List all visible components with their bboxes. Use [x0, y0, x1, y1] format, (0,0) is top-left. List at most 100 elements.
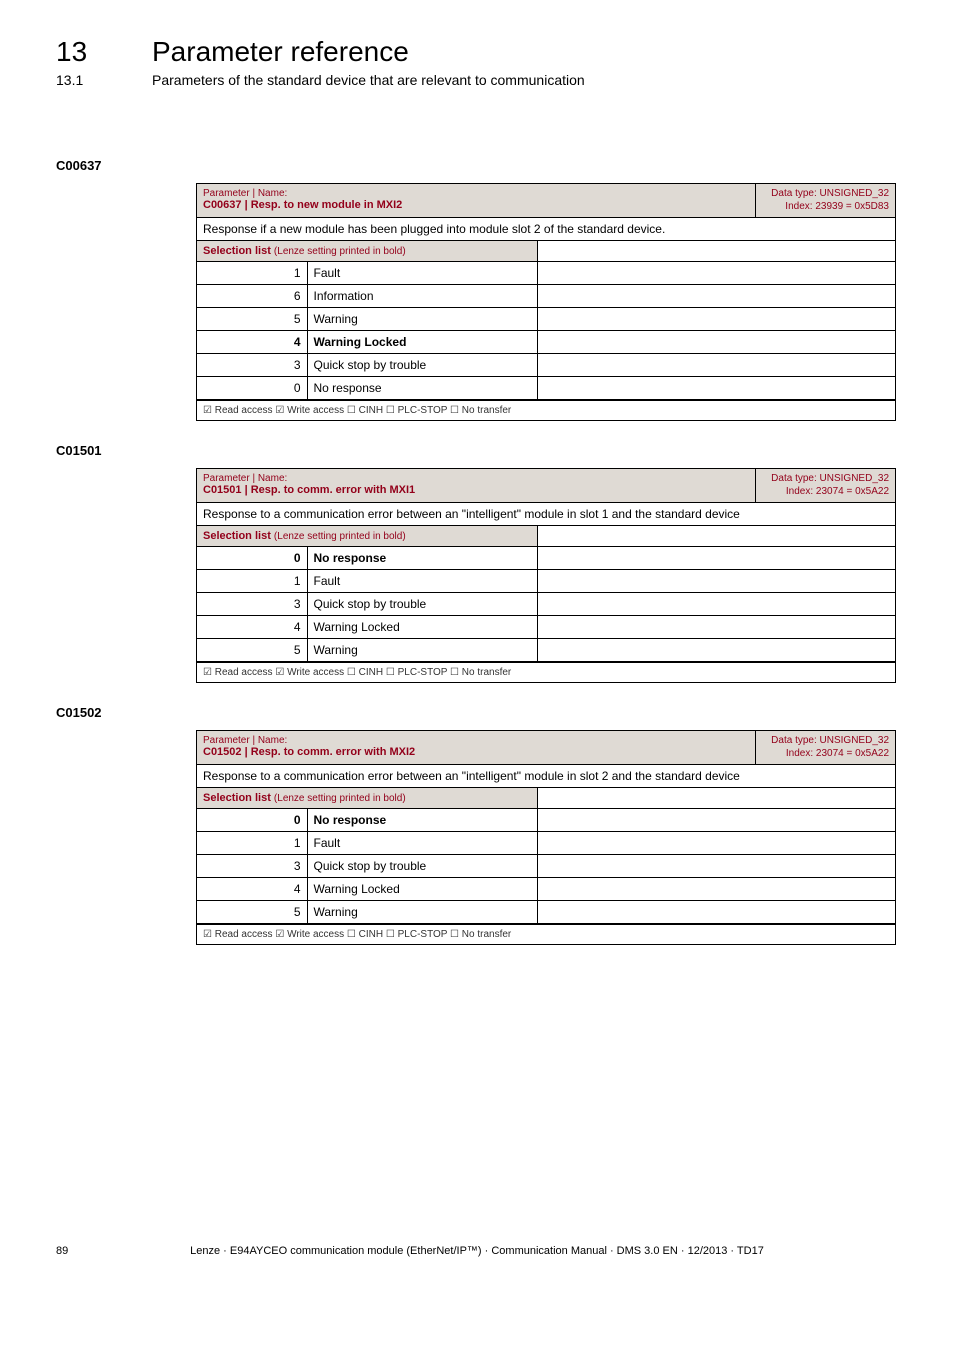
- blank-cell: [537, 788, 895, 809]
- param-name: C01502 | Resp. to comm. error with MXI2: [203, 746, 749, 758]
- parameter-table: Parameter | Name:C00637 | Resp. to new m…: [196, 183, 896, 421]
- selection-value: Warning: [307, 901, 537, 924]
- blank-cell: [537, 878, 895, 901]
- param-name-label: Parameter | Name:: [203, 473, 749, 484]
- selection-number: 1: [197, 262, 307, 285]
- selection-number: 3: [197, 855, 307, 878]
- blank-cell: [537, 308, 895, 331]
- selection-number: 4: [197, 331, 307, 354]
- selection-value: Warning: [307, 308, 537, 331]
- param-header-left: Parameter | Name:C00637 | Resp. to new m…: [197, 184, 756, 218]
- footer-center-text: Lenze · E94AYCEO communication module (E…: [56, 1245, 898, 1257]
- blank-cell: [537, 331, 895, 354]
- selection-value: Warning Locked: [307, 878, 537, 901]
- selection-number: 3: [197, 354, 307, 377]
- param-description: Response to a communication error betwee…: [197, 503, 896, 526]
- selection-number: 1: [197, 570, 307, 593]
- selection-number: 0: [197, 809, 307, 832]
- chapter-number: 13: [56, 36, 104, 68]
- subsection-number: 13.1: [56, 72, 104, 88]
- blank-cell: [537, 285, 895, 308]
- param-name: C01501 | Resp. to comm. error with MXI1: [203, 484, 749, 496]
- selection-number: 4: [197, 878, 307, 901]
- selection-number: 5: [197, 308, 307, 331]
- selection-row: 3Quick stop by trouble: [197, 855, 895, 878]
- selection-list-header: Selection list (Lenze setting printed in…: [197, 526, 537, 547]
- selection-row: 1Fault: [197, 832, 895, 855]
- data-type: Data type: UNSIGNED_32: [762, 473, 889, 486]
- selection-value: Warning: [307, 639, 537, 662]
- subsection-heading: 13.1 Parameters of the standard device t…: [56, 72, 898, 88]
- selection-number: 3: [197, 593, 307, 616]
- selection-row: 0No response: [197, 547, 895, 570]
- selection-row: 6Information: [197, 285, 895, 308]
- blank-cell: [537, 639, 895, 662]
- selection-value: Quick stop by trouble: [307, 593, 537, 616]
- selection-number: 1: [197, 832, 307, 855]
- selection-row: 5Warning: [197, 901, 895, 924]
- selection-value: Warning Locked: [307, 331, 537, 354]
- selection-number: 0: [197, 377, 307, 400]
- data-type: Data type: UNSIGNED_32: [762, 188, 889, 201]
- selection-row: 4Warning Locked: [197, 878, 895, 901]
- chapter-title: Parameter reference: [152, 36, 409, 68]
- blank-cell: [537, 832, 895, 855]
- blank-cell: [537, 262, 895, 285]
- page-footer: 89 Lenze · E94AYCEO communication module…: [56, 1245, 898, 1257]
- param-name-label: Parameter | Name:: [203, 735, 749, 746]
- selection-value: Fault: [307, 570, 537, 593]
- selection-value: Warning Locked: [307, 616, 537, 639]
- param-description: Response to a communication error betwee…: [197, 765, 896, 788]
- selection-row: 3Quick stop by trouble: [197, 354, 895, 377]
- parameter-table: Parameter | Name:C01502 | Resp. to comm.…: [196, 730, 896, 945]
- blank-cell: [537, 377, 895, 400]
- selection-number: 4: [197, 616, 307, 639]
- selection-number: 6: [197, 285, 307, 308]
- selection-row: 4Warning Locked: [197, 616, 895, 639]
- selection-value: Quick stop by trouble: [307, 354, 537, 377]
- selection-row: 5Warning: [197, 639, 895, 662]
- parameter-code-label: C01501: [56, 443, 898, 458]
- access-flags: ☑ Read access ☑ Write access ☐ CINH ☐ PL…: [197, 925, 896, 945]
- param-header-left: Parameter | Name:C01502 | Resp. to comm.…: [197, 731, 756, 765]
- parameter-code-label: C01502: [56, 705, 898, 720]
- selection-number: 0: [197, 547, 307, 570]
- access-flags: ☑ Read access ☑ Write access ☐ CINH ☐ PL…: [197, 663, 896, 683]
- blank-cell: [537, 855, 895, 878]
- data-type: Data type: UNSIGNED_32: [762, 735, 889, 748]
- selection-row: 0No response: [197, 809, 895, 832]
- blank-cell: [537, 616, 895, 639]
- selection-row: 1Fault: [197, 570, 895, 593]
- param-header-right: Data type: UNSIGNED_32Index: 23939 = 0x5…: [756, 184, 896, 218]
- blank-cell: [537, 526, 895, 547]
- selection-row: 5Warning: [197, 308, 895, 331]
- selection-value: Fault: [307, 262, 537, 285]
- index-value: Index: 23074 = 0x5A22: [762, 748, 889, 761]
- selection-row: 0No response: [197, 377, 895, 400]
- selection-value: No response: [307, 547, 537, 570]
- selection-value: Information: [307, 285, 537, 308]
- blank-cell: [537, 241, 895, 262]
- selection-value: No response: [307, 809, 537, 832]
- selection-number: 5: [197, 639, 307, 662]
- param-name: C00637 | Resp. to new module in MXI2: [203, 199, 749, 211]
- index-value: Index: 23939 = 0x5D83: [762, 201, 889, 214]
- blank-cell: [537, 354, 895, 377]
- blank-cell: [537, 570, 895, 593]
- divider-dashes: _ _ _ _ _ _ _ _ _ _ _ _ _ _ _ _ _ _ _ _ …: [56, 116, 898, 130]
- chapter-heading: 13 Parameter reference: [56, 36, 898, 68]
- selection-value: Quick stop by trouble: [307, 855, 537, 878]
- param-header-right: Data type: UNSIGNED_32Index: 23074 = 0x5…: [756, 469, 896, 503]
- subsection-title: Parameters of the standard device that a…: [152, 72, 585, 88]
- index-value: Index: 23074 = 0x5A22: [762, 486, 889, 499]
- param-description: Response if a new module has been plugge…: [197, 218, 896, 241]
- selection-row: 3Quick stop by trouble: [197, 593, 895, 616]
- access-flags: ☑ Read access ☑ Write access ☐ CINH ☐ PL…: [197, 401, 896, 421]
- selection-row: 4Warning Locked: [197, 331, 895, 354]
- param-header-right: Data type: UNSIGNED_32Index: 23074 = 0x5…: [756, 731, 896, 765]
- parameter-code-label: C00637: [56, 158, 898, 173]
- selection-row: 1Fault: [197, 262, 895, 285]
- blank-cell: [537, 593, 895, 616]
- selection-list-header: Selection list (Lenze setting printed in…: [197, 788, 537, 809]
- blank-cell: [537, 809, 895, 832]
